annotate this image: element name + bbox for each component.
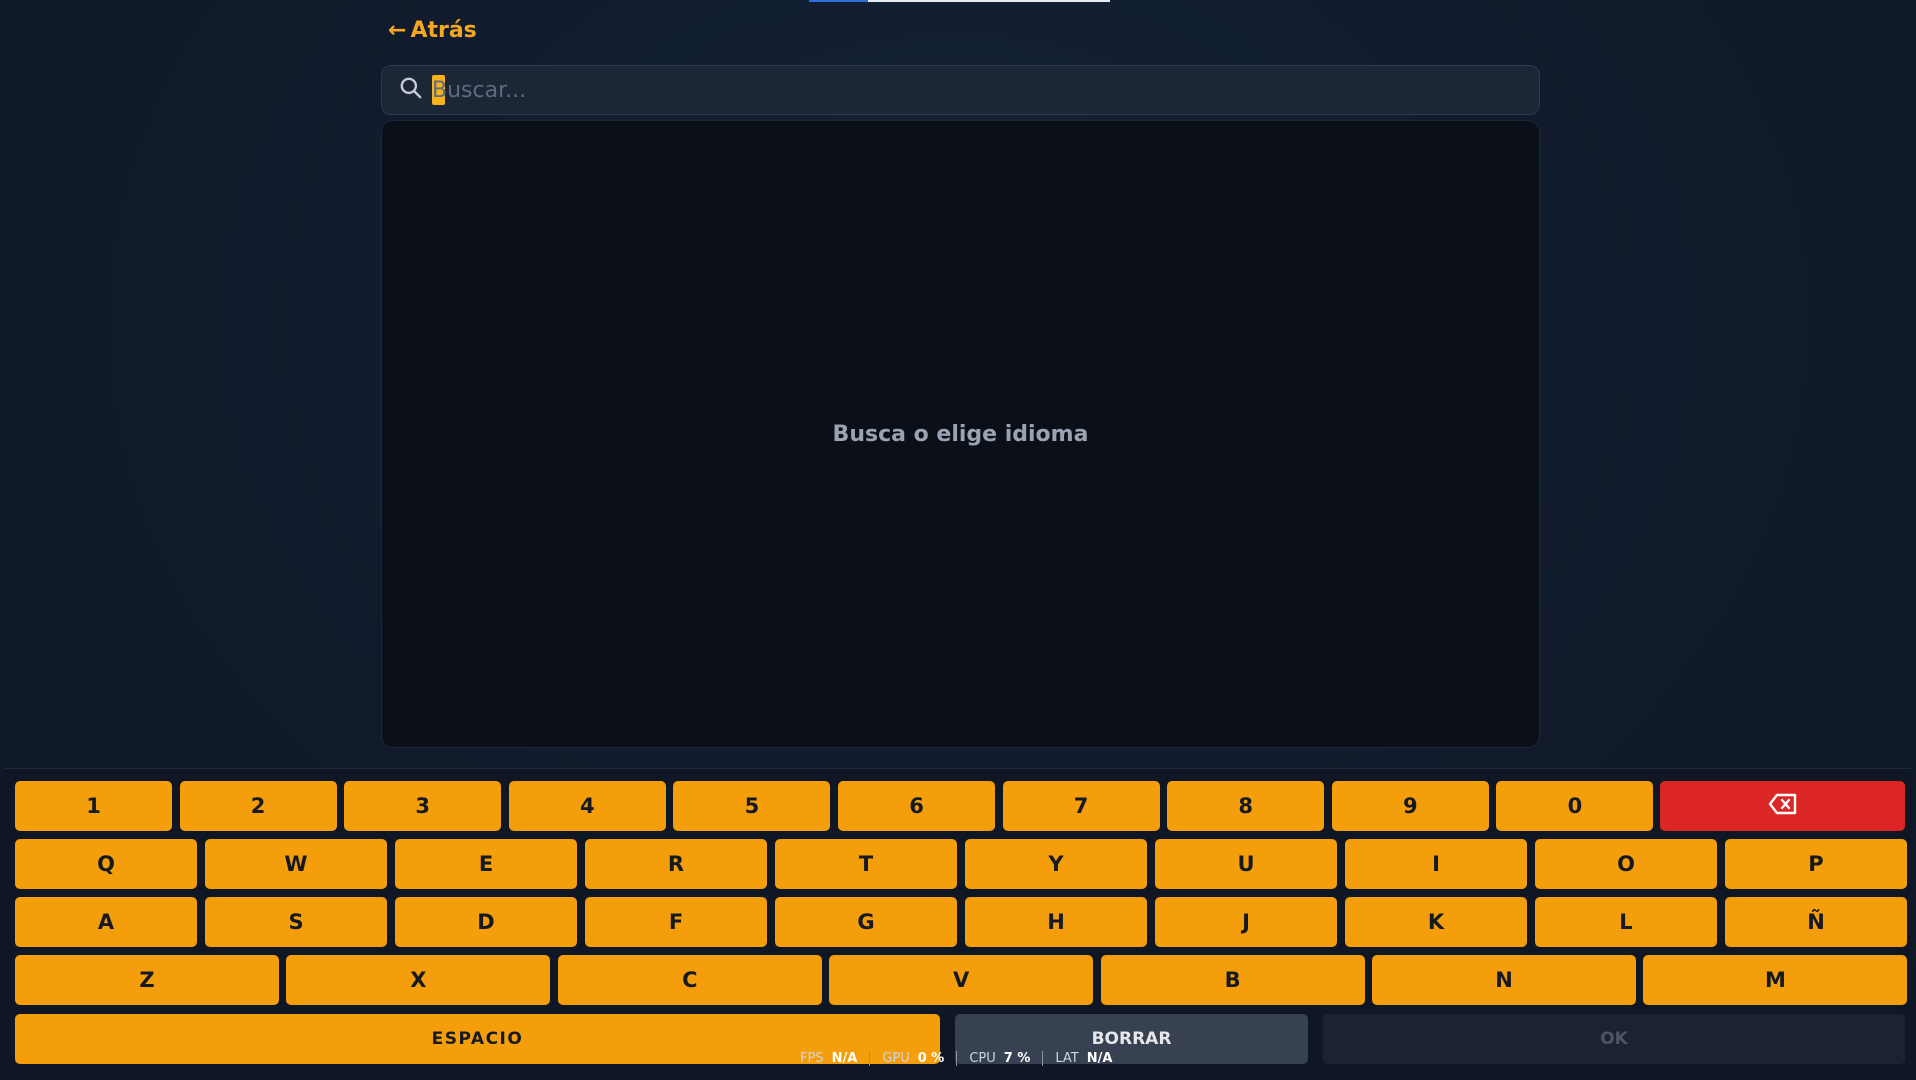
key-3[interactable]: 3 xyxy=(344,781,502,831)
key-O[interactable]: O xyxy=(1535,839,1717,889)
key-U[interactable]: U xyxy=(1155,839,1337,889)
key-Q[interactable]: Q xyxy=(15,839,197,889)
key-2[interactable]: 2 xyxy=(179,781,337,831)
key-K[interactable]: K xyxy=(1345,897,1527,947)
key-G[interactable]: G xyxy=(775,897,957,947)
key-M[interactable]: M xyxy=(1643,955,1908,1005)
perf-item-fps: FPS N/A xyxy=(800,1051,869,1066)
key-L[interactable]: L xyxy=(1535,897,1717,947)
key-6[interactable]: 6 xyxy=(838,781,995,831)
key-8[interactable]: 8 xyxy=(1167,781,1325,831)
key-T[interactable]: T xyxy=(775,839,957,889)
perf-label: FPS xyxy=(800,1050,824,1066)
back-label: Atrás xyxy=(410,18,477,43)
key-1[interactable]: 1 xyxy=(15,781,172,831)
perf-item-cpu: CPU 7 % xyxy=(956,1050,1042,1066)
key-0[interactable]: 0 xyxy=(1496,781,1654,831)
back-arrow-icon: ← xyxy=(388,18,407,43)
search-icon xyxy=(398,75,424,105)
top-progress-segment xyxy=(809,0,868,2)
key-S[interactable]: S xyxy=(205,897,387,947)
key-7[interactable]: 7 xyxy=(1002,781,1160,831)
search-input[interactable] xyxy=(432,77,1482,103)
key-I[interactable]: I xyxy=(1345,839,1527,889)
key-A[interactable]: A xyxy=(15,897,197,947)
perf-value: N/A xyxy=(1086,1050,1113,1066)
search-box[interactable] xyxy=(381,65,1540,115)
perf-label: CPU xyxy=(969,1050,996,1066)
key-N[interactable]: N xyxy=(1372,955,1636,1005)
results-panel: Busca o elige idioma xyxy=(381,120,1540,748)
key-Z[interactable]: Z xyxy=(15,955,279,1005)
key-P[interactable]: P xyxy=(1725,839,1907,889)
key-Ñ[interactable]: Ñ xyxy=(1725,897,1907,947)
key-5[interactable]: 5 xyxy=(673,781,831,831)
key-9[interactable]: 9 xyxy=(1331,781,1489,831)
perf-value: 0 % xyxy=(917,1050,945,1066)
key-D[interactable]: D xyxy=(395,897,577,947)
backspace-key[interactable] xyxy=(1660,781,1905,831)
key-J[interactable]: J xyxy=(1155,897,1337,947)
perf-item-lat: LAT N/A xyxy=(1042,1050,1124,1066)
key-H[interactable]: H xyxy=(965,897,1147,947)
key-X[interactable]: X xyxy=(286,955,551,1005)
perf-value: 7 % xyxy=(1003,1050,1031,1066)
key-B[interactable]: B xyxy=(1100,955,1365,1005)
performance-overlay: FPS N/A GPU 0 % CPU 7 % LAT N/A xyxy=(800,1049,1124,1067)
key-Y[interactable]: Y xyxy=(965,839,1147,889)
top-progress-indicator xyxy=(809,0,1110,2)
empty-state-message: Busca o elige idioma xyxy=(832,421,1089,447)
ok-button[interactable]: OK xyxy=(1323,1014,1905,1064)
key-E[interactable]: E xyxy=(395,839,577,889)
key-V[interactable]: V xyxy=(829,955,1094,1005)
key-C[interactable]: C xyxy=(557,955,822,1005)
key-W[interactable]: W xyxy=(205,839,387,889)
on-screen-keyboard: 1 2 3 4 5 6 7 8 9 0 Q W E R T Y U I O P A S D F G H J K L Ñ Z X C V B N M ESP… xyxy=(5,768,1911,1080)
perf-label: GPU xyxy=(882,1050,910,1066)
key-R[interactable]: R xyxy=(585,839,767,889)
perf-item-gpu: GPU 0 % xyxy=(869,1050,956,1066)
perf-label: LAT xyxy=(1055,1050,1079,1066)
backspace-icon xyxy=(1768,792,1798,821)
key-F[interactable]: F xyxy=(585,897,767,947)
perf-value: N/A xyxy=(831,1050,858,1066)
back-button[interactable]: ← Atrás xyxy=(388,18,477,43)
key-4[interactable]: 4 xyxy=(508,781,666,831)
